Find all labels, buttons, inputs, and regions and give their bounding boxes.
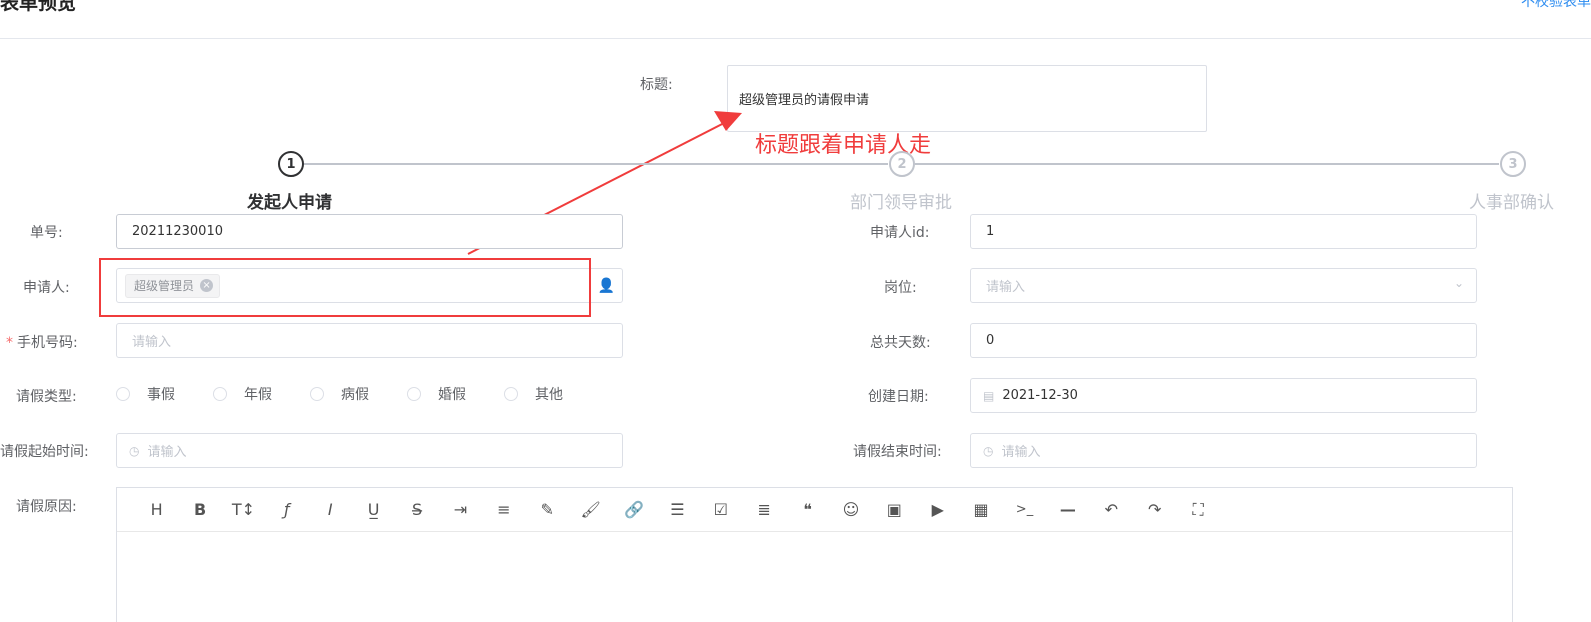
bold-icon[interactable]: B [178, 498, 221, 522]
step-3-icon: 3 [1500, 151, 1526, 177]
order-no-input[interactable]: 20211230010 [116, 214, 623, 249]
step-connector-2 [915, 163, 1499, 165]
font-family-icon[interactable]: ƒ [265, 498, 308, 522]
radio-label: 病假 [341, 387, 369, 403]
link-icon[interactable]: 🔗 [612, 498, 655, 522]
leave-type-radio-group: 事假 年假 病假 婚假 其他 [116, 384, 601, 404]
radio-sick-leave[interactable]: 病假 [310, 384, 369, 404]
applicant-id-value: 1 [986, 224, 995, 239]
font-color-icon[interactable]: ✎ [526, 498, 569, 522]
divider-icon[interactable]: — [1046, 498, 1089, 522]
required-mark: * [6, 335, 13, 351]
clock-icon: ◷ [983, 443, 994, 458]
total-days-label: 总共天数: [870, 335, 931, 351]
create-date-label: 创建日期: [868, 389, 929, 405]
annotation-box [99, 258, 591, 317]
applicant-label: 申请人: [23, 280, 70, 296]
radio-marriage-leave[interactable]: 婚假 [407, 384, 466, 404]
indent-icon[interactable]: ⇥ [439, 498, 482, 522]
editor-toolbar: H B T↕ ƒ I U̲ S̶ ⇥ ≡ ✎ 🖌 🔗 ☰ ☑ ≣ ❝ ☺ ▣ ▶… [117, 488, 1512, 532]
end-time-label: 请假结束时间: [853, 444, 942, 460]
end-time-placeholder: 请输入 [1001, 445, 1041, 460]
quote-icon[interactable]: ❝ [786, 498, 829, 522]
radio-circle-icon [310, 387, 324, 401]
applicant-id-input[interactable]: 1 [970, 214, 1477, 249]
strikethrough-icon[interactable]: S̶ [395, 498, 438, 522]
phone-input[interactable]: 请输入 [116, 323, 623, 358]
font-size-icon[interactable]: T↕ [222, 498, 265, 522]
radio-circle-icon [407, 387, 421, 401]
radio-label: 年假 [244, 387, 272, 403]
image-icon[interactable]: ▣ [873, 498, 916, 522]
step-2-icon: 2 [889, 151, 915, 177]
background-color-icon[interactable]: 🖌 [569, 498, 612, 522]
applicant-id-label: 申请人id: [870, 225, 930, 241]
todo-icon[interactable]: ☑ [699, 498, 742, 522]
order-no-value: 20211230010 [132, 224, 223, 239]
phone-label: * 手机号码: [6, 332, 78, 352]
total-days-input[interactable]: 0 [970, 323, 1477, 358]
line-height-icon[interactable]: ≡ [482, 498, 525, 522]
video-icon[interactable]: ▶ [916, 498, 959, 522]
step-2-title: 部门领导审批 [850, 193, 952, 213]
position-placeholder: 请输入 [986, 280, 1026, 295]
create-date-input[interactable]: ▤ 2021-12-30 [970, 378, 1477, 413]
leave-type-label: 请假类型: [16, 389, 77, 405]
chevron-down-icon: ⌄ [1453, 276, 1464, 290]
step-3-title: 人事部确认 [1469, 193, 1554, 213]
undo-icon[interactable]: ↶ [1090, 498, 1133, 522]
step-connector-1 [304, 163, 888, 165]
calendar-icon: ▤ [983, 388, 995, 403]
editor-content-area[interactable] [117, 532, 1512, 622]
start-time-placeholder: 请输入 [147, 445, 187, 460]
radio-label: 婚假 [438, 387, 466, 403]
underline-icon[interactable]: U̲ [352, 498, 395, 522]
radio-circle-icon [504, 387, 518, 401]
end-time-input[interactable]: ◷ 请输入 [970, 433, 1477, 468]
italic-icon[interactable]: I [309, 498, 352, 522]
total-days-value: 0 [986, 333, 995, 348]
list-icon[interactable]: ☰ [656, 498, 699, 522]
radio-label: 事假 [147, 387, 175, 403]
reason-editor[interactable]: H B T↕ ƒ I U̲ S̶ ⇥ ≡ ✎ 🖌 🔗 ☰ ☑ ≣ ❝ ☺ ▣ ▶… [116, 487, 1513, 622]
radio-circle-icon [116, 387, 130, 401]
fullscreen-icon[interactable]: ⛶ [1176, 498, 1219, 522]
radio-personal-leave[interactable]: 事假 [116, 384, 175, 404]
user-icon[interactable]: 👤 [598, 278, 615, 294]
position-select[interactable]: 请输入 ⌄ [970, 268, 1477, 303]
phone-label-text: 手机号码: [17, 335, 78, 351]
radio-other-leave[interactable]: 其他 [504, 384, 563, 404]
justify-icon[interactable]: ≣ [742, 498, 785, 522]
phone-placeholder: 请输入 [132, 335, 172, 350]
start-time-input[interactable]: ◷ 请输入 [116, 433, 623, 468]
code-icon[interactable]: >_ [1003, 498, 1046, 522]
redo-icon[interactable]: ↷ [1133, 498, 1176, 522]
reason-label: 请假原因: [16, 499, 77, 515]
order-no-label: 单号: [30, 225, 63, 241]
heading-icon[interactable]: H [135, 498, 178, 522]
create-date-value: 2021-12-30 [1002, 388, 1078, 403]
radio-label: 其他 [535, 387, 563, 403]
clock-icon: ◷ [129, 443, 140, 458]
radio-circle-icon [213, 387, 227, 401]
radio-annual-leave[interactable]: 年假 [213, 384, 272, 404]
start-time-label: 请假起始时间: [0, 444, 89, 460]
step-1-title: 发起人申请 [247, 193, 332, 213]
position-label: 岗位: [884, 280, 917, 296]
step-1-icon: 1 [278, 151, 304, 177]
emoticon-icon[interactable]: ☺ [829, 498, 872, 522]
table-icon[interactable]: ▦ [959, 498, 1002, 522]
